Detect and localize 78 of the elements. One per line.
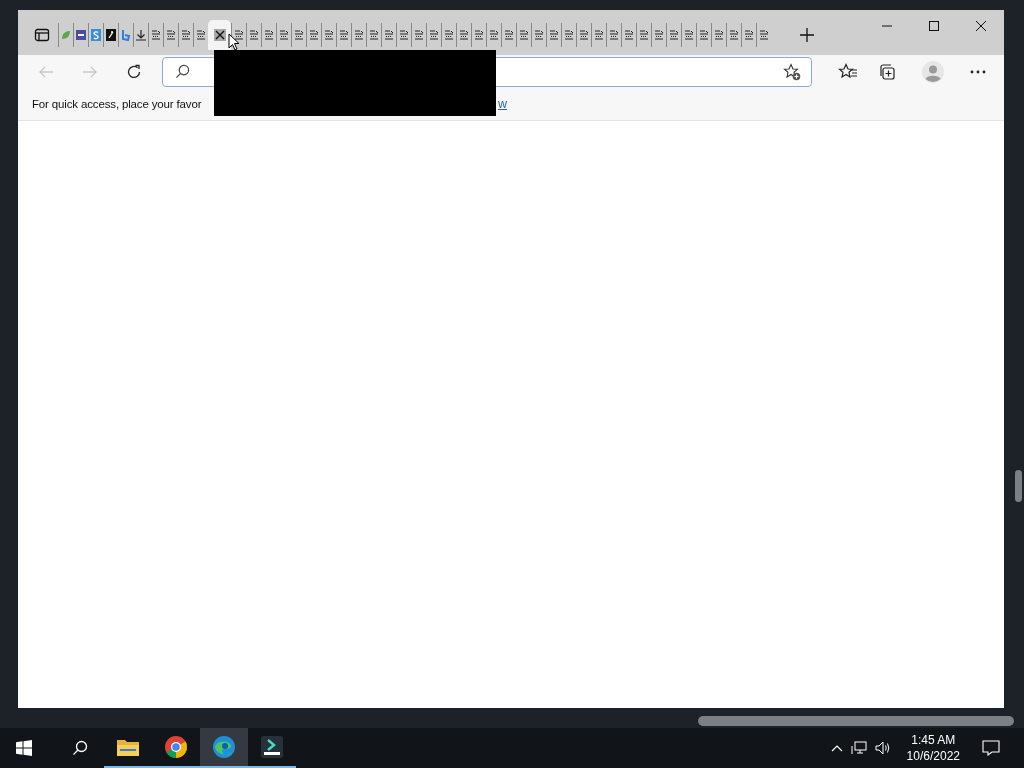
favorites-icon[interactable]	[838, 62, 858, 81]
network-icon[interactable]	[850, 741, 867, 755]
document-icon	[195, 28, 207, 41]
star-plus-icon[interactable]	[783, 62, 801, 81]
new-tab-icon[interactable]	[799, 26, 815, 43]
s-logo-icon	[90, 28, 102, 41]
document-icon	[323, 28, 335, 41]
profile-avatar-icon[interactable]	[922, 60, 944, 83]
document-icon	[578, 28, 590, 41]
grid-icon	[75, 28, 87, 41]
favorites-bar-hint: For quick access, place your favor	[32, 98, 203, 110]
document-icon	[428, 28, 440, 41]
document-icon	[563, 28, 575, 41]
maximize-icon[interactable]	[928, 20, 940, 32]
document-icon	[653, 28, 665, 41]
document-icon	[180, 28, 192, 41]
video-editor-icon	[260, 735, 284, 759]
edge-icon	[212, 735, 236, 759]
document-icon	[518, 28, 530, 41]
document-icon	[353, 28, 365, 41]
document-icon	[248, 28, 260, 41]
document-icon	[488, 28, 500, 41]
scrollbar-thumb[interactable]	[1015, 470, 1022, 502]
document-icon	[743, 28, 755, 41]
document-icon	[338, 28, 350, 41]
document-icon	[398, 28, 410, 41]
document-icon	[638, 28, 650, 41]
document-icon	[278, 28, 290, 41]
document-icon	[368, 28, 380, 41]
document-icon	[233, 28, 245, 41]
collections-icon[interactable]	[878, 62, 896, 81]
browser-tab[interactable]	[208, 19, 231, 50]
document-icon	[623, 28, 635, 41]
cursor-icon	[228, 33, 240, 51]
close-icon[interactable]	[213, 28, 226, 41]
tab-actions-icon[interactable]	[34, 26, 50, 43]
document-icon	[413, 28, 425, 41]
document-icon	[443, 28, 455, 41]
document-icon	[758, 28, 770, 41]
document-icon	[293, 28, 305, 41]
document-icon	[698, 28, 710, 41]
leaf-icon	[60, 28, 72, 41]
document-icon	[728, 28, 740, 41]
clock-time[interactable]: 1:45 AM	[911, 732, 956, 748]
document-icon	[263, 28, 275, 41]
refresh-icon[interactable]	[126, 63, 142, 80]
download-icon	[135, 28, 147, 41]
dark-logo-icon	[105, 28, 117, 41]
chrome-icon	[164, 735, 188, 759]
document-icon	[608, 28, 620, 41]
document-icon	[165, 28, 177, 41]
chevron-up-icon[interactable]	[830, 744, 843, 752]
document-icon	[668, 28, 680, 41]
document-icon	[593, 28, 605, 41]
b-logo-icon	[120, 28, 132, 41]
search-icon	[175, 64, 190, 79]
document-icon	[683, 28, 695, 41]
document-icon	[473, 28, 485, 41]
windows-start-icon[interactable]	[16, 740, 32, 756]
browser-tab[interactable]	[103, 22, 118, 47]
scrollbar-thumb[interactable]	[698, 716, 1014, 726]
speaker-icon[interactable]	[874, 741, 891, 755]
document-icon	[458, 28, 470, 41]
favorites-link[interactable]: w	[498, 97, 508, 111]
document-icon	[150, 28, 162, 41]
document-icon	[308, 28, 320, 41]
document-icon	[383, 28, 395, 41]
document-icon	[503, 28, 515, 41]
more-icon[interactable]	[970, 69, 986, 74]
document-icon	[548, 28, 560, 41]
browser-tab[interactable]	[73, 22, 88, 47]
notification-icon[interactable]	[982, 740, 1000, 756]
clock-date[interactable]: 10/6/2022	[906, 748, 960, 764]
document-icon	[713, 28, 725, 41]
document-icon	[533, 28, 545, 41]
close-icon[interactable]	[975, 20, 987, 32]
search-icon[interactable]	[72, 740, 88, 756]
folder-icon	[116, 737, 140, 757]
